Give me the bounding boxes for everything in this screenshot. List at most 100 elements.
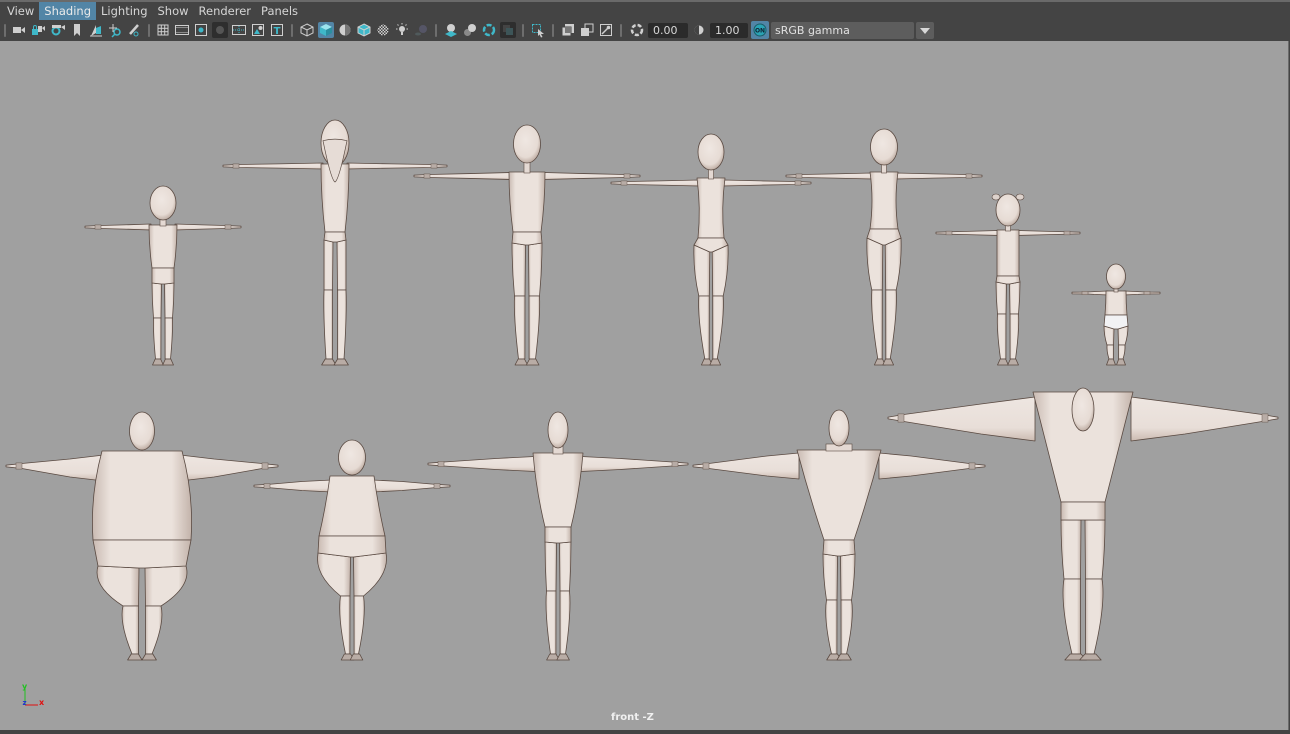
menu-view[interactable]: View — [2, 2, 39, 20]
textured-button[interactable] — [375, 22, 391, 38]
scene-figures — [5, 119, 1279, 661]
right-thigh — [1060, 519, 1082, 580]
left-hand — [261, 462, 269, 470]
exposure-field[interactable]: 0.00 — [648, 23, 688, 38]
xray-button[interactable] — [560, 22, 576, 38]
menu-lighting[interactable]: Lighting — [96, 2, 152, 20]
right-shin — [1062, 578, 1081, 655]
lock-camera-icon — [32, 25, 45, 35]
head — [697, 133, 725, 171]
bookmark-button[interactable] — [69, 22, 85, 38]
depth-of-field-button[interactable] — [500, 22, 516, 38]
image-plane-button[interactable] — [88, 22, 104, 38]
2d-pan-zoom-icon — [109, 24, 121, 38]
smooth-shade-icon — [320, 24, 332, 36]
figure-athletic-man — [427, 411, 689, 661]
screen-space-ao-button[interactable] — [443, 22, 459, 38]
left-foot — [141, 653, 157, 661]
menu-show[interactable]: Show — [153, 2, 194, 20]
left-thigh — [840, 553, 856, 601]
right-shin — [513, 295, 526, 360]
right-hand — [423, 173, 431, 179]
left-foot — [1116, 358, 1126, 366]
svg-text:ON: ON — [755, 28, 765, 35]
color-space-dropdown[interactable]: sRGB gamma — [771, 22, 914, 39]
torso — [869, 171, 899, 230]
xray-active-components-button[interactable] — [579, 22, 595, 38]
right-shin — [339, 595, 351, 655]
film-gate-button[interactable] — [174, 22, 190, 38]
exposure-button[interactable] — [629, 22, 645, 38]
toolbar-separator — [435, 24, 437, 37]
right-shin — [996, 313, 1007, 360]
left-hand — [671, 461, 679, 467]
color-management-toggle[interactable]: ON — [751, 21, 769, 39]
left-hand — [965, 173, 973, 179]
left-foot — [836, 653, 852, 661]
gamma-button[interactable] — [691, 22, 707, 38]
safe-title-button[interactable]: T — [269, 22, 285, 38]
gamma-field[interactable]: 1.00 — [710, 23, 748, 38]
2d-pan-zoom-button[interactable] — [107, 22, 123, 38]
menu-shading[interactable]: Shading — [39, 2, 97, 20]
field-chart-icon — [232, 25, 246, 35]
shadows-button[interactable] — [413, 22, 429, 38]
right-arm — [887, 396, 1036, 442]
head — [1071, 387, 1095, 432]
figure-woman — [610, 133, 812, 366]
anti-aliasing-icon — [482, 23, 496, 37]
xray-joints-button[interactable] — [598, 22, 614, 38]
depth-of-field-icon — [503, 25, 513, 35]
use-all-lights-button[interactable] — [394, 22, 410, 38]
figure-muscular-man — [692, 409, 986, 661]
left-foot — [526, 358, 540, 366]
motion-blur-button[interactable] — [462, 22, 478, 38]
left-arm — [1123, 290, 1161, 296]
right-thigh — [317, 552, 351, 597]
left-shin — [164, 317, 173, 360]
safe-action-button[interactable] — [250, 22, 266, 38]
z-axis-label: z — [23, 699, 27, 707]
color-space-dropdown-arrow[interactable] — [916, 22, 934, 39]
left-shin — [1118, 344, 1126, 360]
left-thigh — [559, 541, 572, 592]
torso — [532, 452, 584, 528]
right-arm — [935, 230, 1000, 236]
left-thigh — [711, 244, 729, 297]
left-foot — [349, 653, 364, 661]
left-arm — [1130, 396, 1279, 442]
menu-renderer[interactable]: Renderer — [194, 2, 257, 20]
right-thigh — [323, 239, 334, 291]
wireframe-button[interactable] — [299, 22, 315, 38]
anti-aliasing-button[interactable] — [481, 22, 497, 38]
torso — [508, 171, 546, 233]
field-chart-button[interactable] — [231, 22, 247, 38]
head — [129, 411, 155, 451]
svg-text:T: T — [274, 26, 281, 37]
resolution-gate-button[interactable] — [193, 22, 209, 38]
isolate-select-button[interactable] — [530, 22, 546, 38]
left-shin — [337, 289, 347, 360]
3d-viewport[interactable]: y x z front -Z — [0, 41, 1289, 730]
grease-pencil-button[interactable] — [126, 22, 142, 38]
right-shin — [323, 289, 333, 360]
lock-camera-button[interactable] — [30, 22, 46, 38]
left-foot — [1079, 653, 1102, 661]
right-foot — [997, 358, 1009, 366]
grid-button[interactable] — [155, 22, 171, 38]
safe-action-icon — [252, 24, 264, 36]
left-foot — [709, 358, 721, 366]
select-camera-button[interactable] — [11, 22, 27, 38]
camera-name-label: front -Z — [611, 712, 654, 723]
right-thigh — [151, 282, 162, 319]
diaper — [1103, 314, 1129, 330]
smooth-shade-button[interactable] — [318, 22, 334, 38]
gate-mask-button[interactable] — [212, 22, 228, 38]
menu-panels[interactable]: Panels — [256, 2, 303, 20]
wireframe-on-shaded-button[interactable] — [356, 22, 372, 38]
camera-attributes-button[interactable] — [50, 22, 66, 38]
right-thigh — [511, 242, 526, 297]
color-management-toggle-icon: ON — [753, 23, 767, 37]
left-shin — [885, 289, 897, 360]
default-material-button[interactable] — [337, 22, 353, 38]
